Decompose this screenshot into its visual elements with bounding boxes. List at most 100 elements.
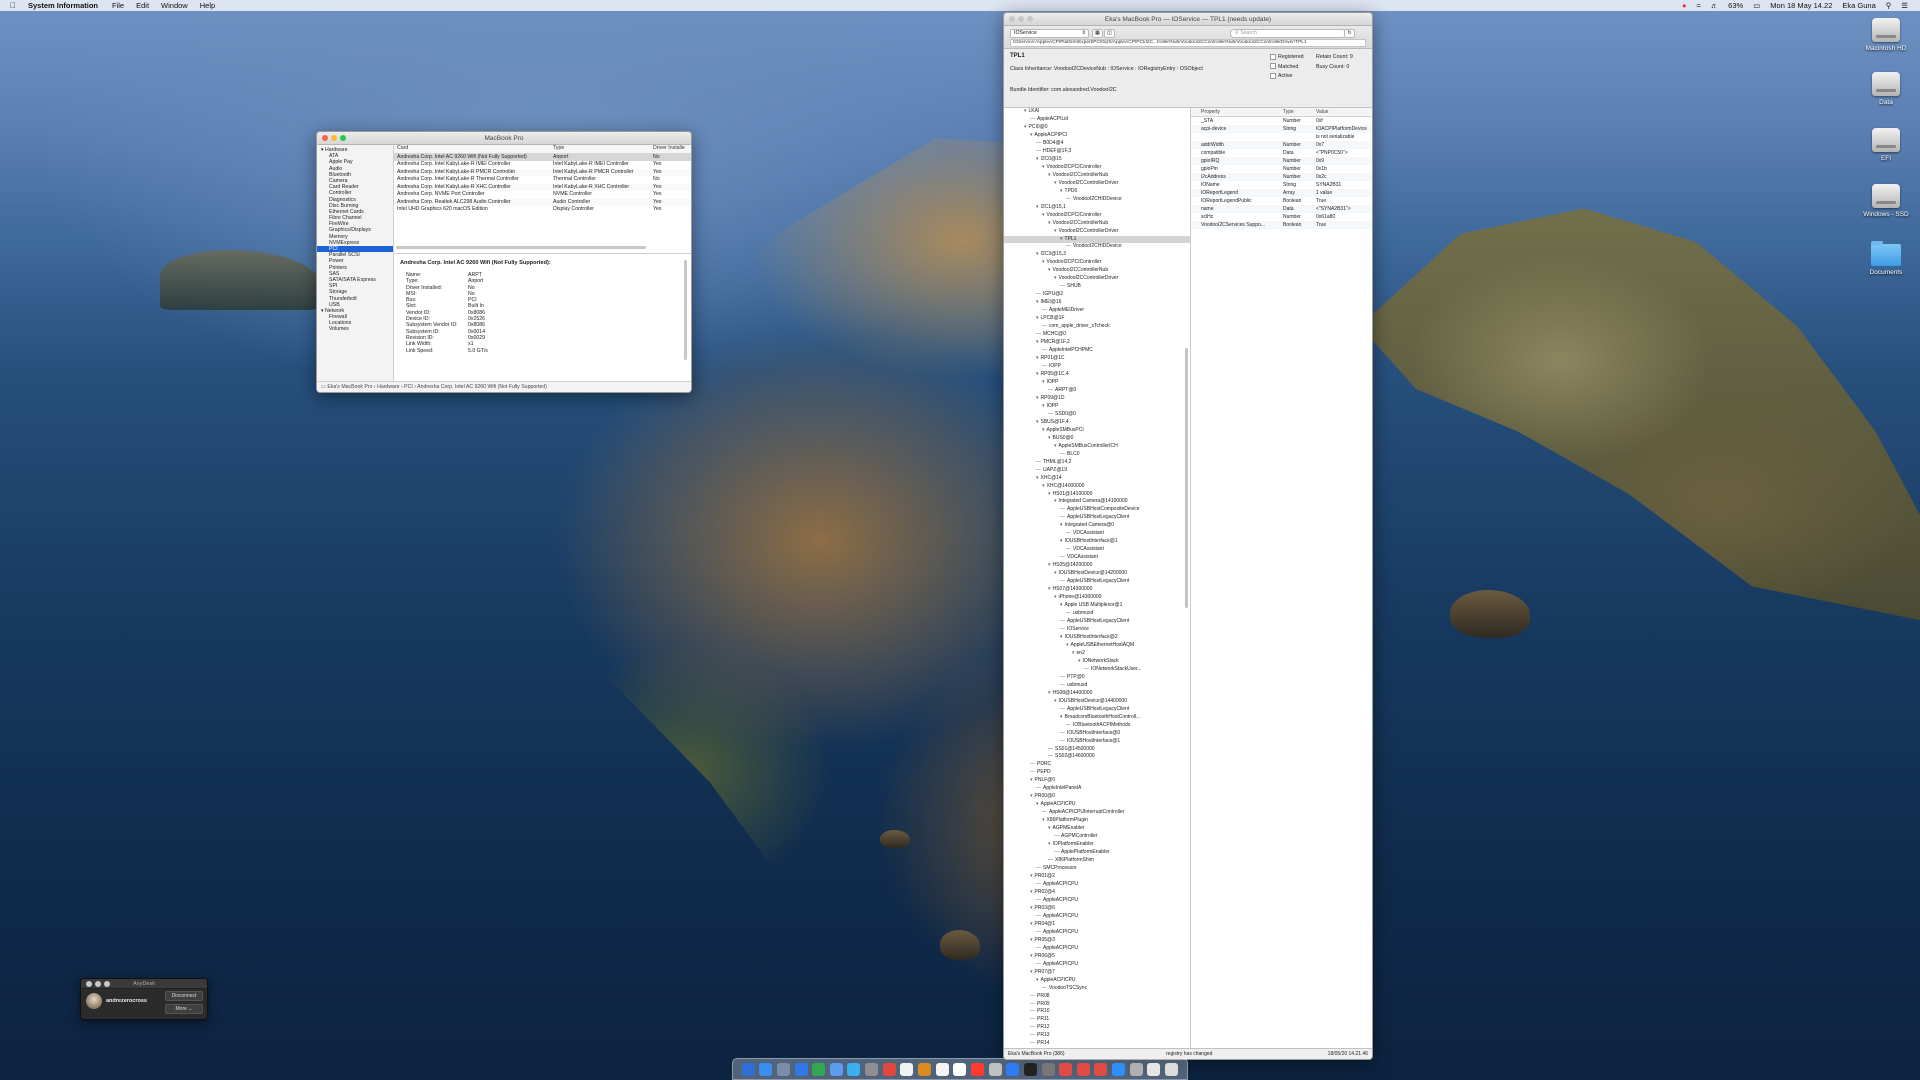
tree-node[interactable]: — BLC0 bbox=[1004, 451, 1190, 459]
tree-node[interactable]: — PR13 bbox=[1004, 1032, 1190, 1040]
table-row[interactable]: Andresha Corp. Intel AC 9260 Wifi (Not F… bbox=[394, 153, 691, 161]
tree-node[interactable]: — PEPD bbox=[1004, 769, 1190, 777]
tree-node[interactable]: ▾ Apple USB Multiplexor@1 bbox=[1004, 602, 1190, 610]
tree-node[interactable]: ▾ LKAI bbox=[1004, 108, 1190, 116]
tree-node[interactable]: ▾ PMCR@1F,2 bbox=[1004, 339, 1190, 347]
tree-node[interactable]: — AppleACPICPU bbox=[1004, 897, 1190, 905]
tree-node[interactable]: ▾ AppleSMBusControllerICH bbox=[1004, 443, 1190, 451]
minimize-button[interactable] bbox=[331, 135, 337, 141]
tree-node[interactable]: — com_apple_driver_sTcheck bbox=[1004, 323, 1190, 331]
disclosure-triangle-icon[interactable]: ▾ bbox=[1030, 132, 1033, 138]
tree-node[interactable]: ▾ VoodooI2CPCIController bbox=[1004, 259, 1190, 267]
column-type[interactable]: Type bbox=[1283, 108, 1316, 116]
tree-node[interactable]: ▾ TPD0 bbox=[1004, 188, 1190, 196]
disclosure-triangle-icon[interactable]: ▾ bbox=[1030, 793, 1033, 799]
tree-node[interactable]: ▾ PR02@4 bbox=[1004, 889, 1190, 897]
tree-node[interactable]: — AppleACPICPU bbox=[1004, 945, 1190, 953]
tree-node[interactable]: — AGPMController bbox=[1004, 833, 1190, 841]
disclosure-triangle-icon[interactable]: ▾ bbox=[1054, 275, 1057, 281]
tree-node[interactable]: — IGPU@2 bbox=[1004, 291, 1190, 299]
disclosure-triangle-icon[interactable]: ▾ bbox=[1054, 594, 1057, 600]
minimize-button[interactable] bbox=[95, 980, 101, 987]
tree-node[interactable]: ▾ I2C1@15,1 bbox=[1004, 204, 1190, 212]
disclosure-triangle-icon[interactable]: ▾ bbox=[1030, 873, 1033, 879]
dock-app-icon[interactable] bbox=[1023, 1062, 1037, 1076]
tree-node[interactable]: — AppleUSBHostLegacyClient bbox=[1004, 706, 1190, 714]
tree-node[interactable]: — SS01@14500000 bbox=[1004, 746, 1190, 754]
disclosure-triangle-icon[interactable]: ▾ bbox=[1030, 937, 1033, 943]
tree-node[interactable]: ▾ PR00@0 bbox=[1004, 793, 1190, 801]
tree-node[interactable]: — AppleUSBHostLegacyClient bbox=[1004, 514, 1190, 522]
view-columns-button[interactable]: ◫ bbox=[1104, 29, 1115, 38]
tree-node[interactable]: ▾ RP05@1C,4 bbox=[1004, 371, 1190, 379]
tree-node[interactable]: — usbmuxd bbox=[1004, 610, 1190, 618]
disclosure-triangle-icon[interactable]: ▾ bbox=[1078, 658, 1081, 664]
tree-node[interactable]: — THML@14,2 bbox=[1004, 459, 1190, 467]
disclosure-triangle-icon[interactable]: ▾ bbox=[1072, 650, 1075, 656]
tree-node[interactable]: — PTP@0 bbox=[1004, 674, 1190, 682]
disclosure-triangle-icon[interactable]: ▾ bbox=[1042, 403, 1045, 409]
dock-app-icon[interactable] bbox=[741, 1062, 755, 1076]
tree-node[interactable]: — VoodooI2CHIDDevice bbox=[1004, 196, 1190, 204]
disclosure-triangle-icon[interactable]: ▾ bbox=[1030, 777, 1033, 783]
battery-icon[interactable]: ▭ bbox=[1753, 1, 1760, 10]
tree-node[interactable]: — VDCAssistant bbox=[1004, 546, 1190, 554]
dock-app-icon[interactable] bbox=[935, 1062, 949, 1076]
tree-node[interactable]: — IOUSBHostInterface@0 bbox=[1004, 730, 1190, 738]
tree-node[interactable]: ▾ VoodooI2CControllerDriver bbox=[1004, 180, 1190, 188]
dock-app-icon[interactable] bbox=[1165, 1062, 1179, 1076]
tree-node[interactable]: — HDEF@1F,3 bbox=[1004, 148, 1190, 156]
tree-node[interactable]: — IOService bbox=[1004, 626, 1190, 634]
tree-node[interactable]: ▾ VoodooI2CPCIController bbox=[1004, 164, 1190, 172]
disclosure-triangle-icon[interactable]: ▾ bbox=[1048, 172, 1051, 178]
tree-node[interactable]: — UAPZ@19 bbox=[1004, 467, 1190, 475]
disclosure-triangle-icon[interactable]: ▾ bbox=[1030, 905, 1033, 911]
tree-node[interactable]: — MCHC@0 bbox=[1004, 331, 1190, 339]
battery-percent[interactable]: 63% bbox=[1728, 1, 1743, 10]
dock-app-icon[interactable] bbox=[847, 1062, 861, 1076]
plane-select[interactable]: IOService ⇕ bbox=[1010, 29, 1089, 38]
tree-node[interactable]: — AppleUSBHostLegacyClient bbox=[1004, 578, 1190, 586]
zoom-button[interactable] bbox=[1027, 16, 1033, 22]
tree-node[interactable]: ▾ VoodooI2CControllerDriver bbox=[1004, 275, 1190, 283]
tree-node[interactable]: ▾ PNLF@0 bbox=[1004, 777, 1190, 785]
dock-app-icon[interactable] bbox=[812, 1062, 826, 1076]
tree-node[interactable]: ▾ VoodooI2CControllerDriver bbox=[1004, 228, 1190, 236]
disclosure-triangle-icon[interactable]: ▾ bbox=[1042, 427, 1045, 433]
disclosure-triangle-icon[interactable]: ▾ bbox=[1054, 228, 1057, 234]
tree-node[interactable]: — AppleUSBHostLegacyClient bbox=[1004, 618, 1190, 626]
tree-node[interactable]: ▾ VoodooI2CControllerNub bbox=[1004, 220, 1190, 228]
disclosure-triangle-icon[interactable]: ▾ bbox=[1030, 969, 1033, 975]
disclosure-triangle-icon[interactable]: ▾ bbox=[1042, 259, 1045, 265]
tree-node[interactable]: — SHUB bbox=[1004, 283, 1190, 291]
tree-node[interactable]: ▾ PR03@6 bbox=[1004, 905, 1190, 913]
tree-node[interactable]: ▾ Integrated Camera@14100000 bbox=[1004, 498, 1190, 506]
dock-app-icon[interactable] bbox=[970, 1062, 984, 1076]
tree-node[interactable]: ▾ AppleACPIPCI bbox=[1004, 132, 1190, 140]
property-row[interactable]: name Data <"SYNA2B31"> bbox=[1191, 205, 1372, 213]
tree-node[interactable]: ▾ I2C3@15,3 bbox=[1004, 251, 1190, 259]
tree-node[interactable]: ▾ VoodooI2CPCIController bbox=[1004, 212, 1190, 220]
disclosure-triangle-icon[interactable]: ▾ bbox=[1048, 435, 1051, 441]
disclosure-triangle-icon[interactable]: ▾ bbox=[1048, 220, 1051, 226]
property-row[interactable]: sclHz Number 0x61a80 bbox=[1191, 213, 1372, 221]
property-row[interactable]: addrWidth Number 0x7 bbox=[1191, 141, 1372, 149]
close-button[interactable] bbox=[1009, 16, 1015, 22]
dock-app-icon[interactable] bbox=[900, 1062, 914, 1076]
disclosure-triangle-icon[interactable]: ▾ bbox=[1042, 212, 1045, 218]
tree-node[interactable]: — PR14 bbox=[1004, 1040, 1190, 1048]
spotlight-icon[interactable]: ⚲ bbox=[1886, 1, 1892, 10]
tree-node[interactable]: — AppleACPICPU bbox=[1004, 929, 1190, 937]
disclosure-triangle-icon[interactable]: ▾ bbox=[1030, 921, 1033, 927]
desktop-icon-data[interactable]: Data bbox=[1856, 72, 1916, 106]
disclosure-triangle-icon[interactable]: ▾ bbox=[1060, 188, 1063, 194]
tree-node[interactable]: — AppleACPICPUInterruptController bbox=[1004, 809, 1190, 817]
dock-app-icon[interactable] bbox=[1006, 1062, 1020, 1076]
tree-node[interactable]: ▾ HS07@14300000 bbox=[1004, 586, 1190, 594]
disclosure-triangle-icon[interactable]: ▾ bbox=[1048, 841, 1051, 847]
tree-node[interactable]: — VoodooTSCSync bbox=[1004, 985, 1190, 993]
table-row[interactable]: Andresha Corp. NVME Port Controller NVME … bbox=[394, 191, 691, 199]
table-row[interactable]: Andresha Corp. Intel KabyLake-R PMCR Con… bbox=[394, 168, 691, 176]
disclosure-triangle-icon[interactable]: ▾ bbox=[1048, 562, 1051, 568]
tree-node[interactable]: — AppleACPILid bbox=[1004, 116, 1190, 124]
